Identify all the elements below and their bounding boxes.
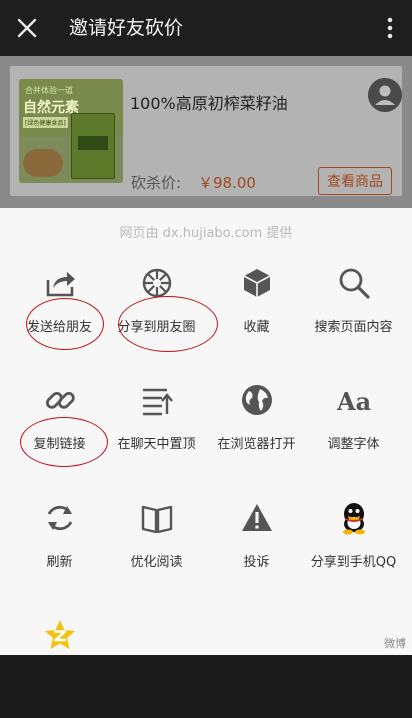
thumb-text: 合并体验一道 [25,86,73,95]
globe-icon [242,385,272,415]
sheet-item-font-size[interactable]: Aa 调整字体 [302,383,405,483]
watermark: 微博 [384,637,406,650]
link-icon [45,391,75,409]
sheet-item-refresh[interactable]: 刷新 [8,501,111,601]
page-content: 合并体验一道 自然元素 [绿色健康食品] 100%高原初榨菜籽油 砍杀价: ￥9… [0,56,412,208]
thumb-tag: [绿色健康食品] [23,117,68,128]
sheet-item-qzone[interactable] [8,618,111,718]
product-card: 合并体验一道 自然元素 [绿色健康食品] 100%高原初榨菜籽油 砍杀价: ￥9… [10,66,402,196]
share-sheet: 网页由 dx.hujiabo.com 提供 发送给朋友 分享到朋友圈 收藏 搜索… [0,208,412,655]
cube-icon [243,269,271,297]
pin-top-icon [143,388,173,416]
price-value: ￥98.00 [198,174,256,192]
page-title: 邀请好友砍价 [69,17,184,39]
more-vertical-icon[interactable] [380,14,400,42]
warning-icon [242,504,272,531]
moments-icon [142,268,172,298]
search-icon [339,268,370,299]
font-icon: Aa [337,387,371,416]
sheet-item-open-browser[interactable]: 在浏览器打开 [205,383,308,483]
product-title: 100%高原初榨菜籽油 [130,94,288,113]
sheet-item-label: 在聊天中置顶 [117,437,196,452]
sheet-item-label: 优化阅读 [130,555,183,570]
sheet-item-share-qq[interactable]: 分享到手机QQ [302,501,405,601]
sheet-item-label: 发送给朋友 [26,320,92,335]
close-icon[interactable] [13,14,41,42]
sheet-item-search-page[interactable]: 搜索页面内容 [302,266,405,366]
sheet-item-label: 刷新 [46,555,73,570]
sheet-item-reader-mode[interactable]: 优化阅读 [105,501,208,601]
oil-can-graphic [71,113,115,179]
refresh-icon [47,505,73,531]
sheet-item-label: 调整字体 [327,437,380,452]
sheet-item-send-to-friend[interactable]: 发送给朋友 [8,266,111,366]
sheet-item-label: 搜索页面内容 [314,320,393,335]
sheet-item-label: 分享到手机QQ [310,555,397,570]
avatar[interactable] [368,78,402,112]
book-icon [141,505,173,534]
product-image: 合并体验一道 自然元素 [绿色健康食品] [19,79,123,183]
sheet-item-label: 在浏览器打开 [217,437,296,452]
share-icon [46,272,75,297]
view-product-button[interactable]: 查看商品 [318,167,392,195]
svg-text:Aa: Aa [337,387,371,416]
qzone-icon [45,620,75,649]
sheet-item-label: 分享到朋友圈 [117,320,196,335]
qq-icon [343,503,365,535]
price-label: 砍杀价: [131,174,182,192]
provider-text: 网页由 dx.hujiabo.com 提供 [119,226,293,241]
sheet-item-label: 收藏 [243,320,270,335]
top-bar: 邀请好友砍价 [0,0,412,56]
sheet-item-label: 复制链接 [33,437,86,452]
sheet-item-favorite[interactable]: 收藏 [205,266,308,366]
sheet-item-moments[interactable]: 分享到朋友圈 [105,266,208,366]
sheet-item-copy-link[interactable]: 复制链接 [8,383,111,483]
sheet-item-label: 投诉 [243,555,270,570]
sheet-item-report[interactable]: 投诉 [205,501,308,601]
sheet-item-pin-chat[interactable]: 在聊天中置顶 [105,383,208,483]
